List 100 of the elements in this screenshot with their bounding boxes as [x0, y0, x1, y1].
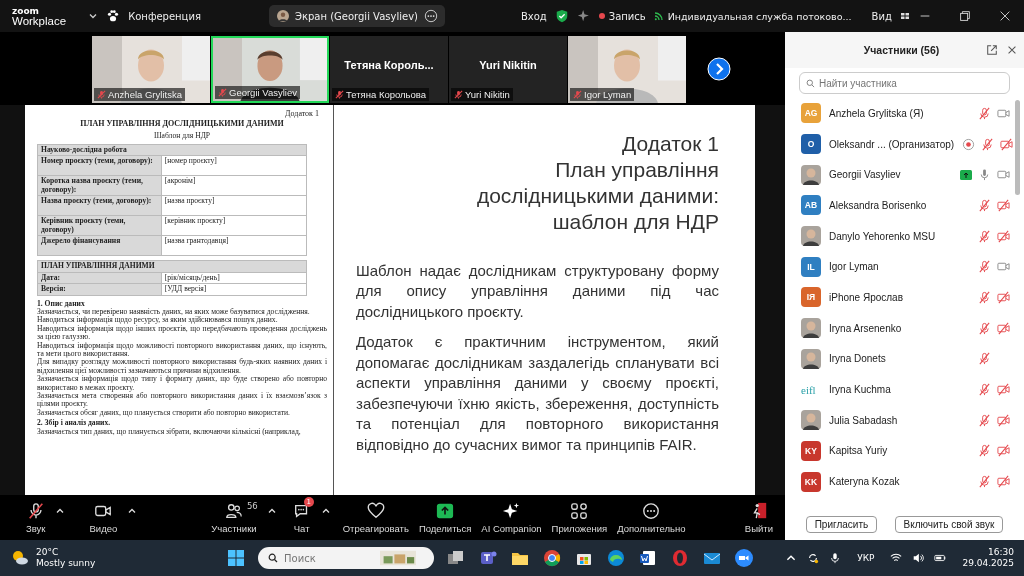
muted-mic-icon	[454, 89, 463, 99]
avatar: IЯ	[801, 287, 821, 308]
zoom-app-icon[interactable]	[734, 548, 754, 568]
toolbar-button[interactable]: Приложения	[547, 499, 612, 537]
battery-icon[interactable]	[934, 552, 947, 564]
microphone-icon[interactable]	[829, 552, 842, 564]
record-indicator[interactable]: Запись	[598, 10, 646, 22]
participant-row[interactable]: KK Kateryna Kozak	[801, 466, 1024, 497]
participant-row[interactable]: AB Aleksandra Borisenko	[801, 190, 1024, 221]
video-tile[interactable]: Тетяна Король... Тетяна Корольова	[330, 35, 448, 103]
speaker-icon[interactable]	[912, 552, 925, 564]
clock-date[interactable]: 29.04.2025	[962, 558, 1014, 569]
participant-name: Danylo Yehorenko MSU	[829, 230, 937, 242]
participant-row[interactable]: Iryna Donets	[801, 343, 1024, 375]
muted-mic-icon[interactable]	[978, 413, 991, 427]
restore-icon[interactable]	[958, 9, 972, 23]
camera-off-icon[interactable]	[997, 475, 1010, 489]
participant-row[interactable]: Iryna Arsenenko	[801, 312, 1024, 344]
camera-off-icon[interactable]	[997, 290, 1010, 304]
stream-menu[interactable]: Индивидуальная служба потоково...	[653, 10, 852, 22]
video-tile[interactable]: Anzhela Grylitska	[92, 35, 210, 103]
next-arrow-button[interactable]	[707, 57, 731, 82]
edge-icon[interactable]	[606, 548, 626, 568]
camera-off-icon[interactable]	[997, 321, 1010, 335]
camera-off-icon[interactable]	[997, 413, 1010, 427]
apps-icon	[570, 502, 589, 521]
pop-out-icon[interactable]	[986, 44, 998, 56]
participant-row[interactable]: Georgii Vasyliev	[801, 159, 1024, 191]
grid-icon	[899, 11, 910, 21]
more-icon[interactable]	[423, 9, 438, 23]
muted-mic-icon[interactable]	[978, 321, 991, 335]
muted-mic-icon[interactable]	[978, 198, 991, 212]
chrome-icon[interactable]	[542, 548, 562, 568]
video-tile[interactable]: Georgii Vasyliev	[211, 35, 329, 103]
participant-row[interactable]: O Oleksandr ... (Организатор)	[801, 128, 1024, 160]
participant-row[interactable]: Julia Sabadash	[801, 404, 1024, 436]
search-box[interactable]: Найти участника	[799, 72, 1010, 94]
weather-text: Mostly sunny	[36, 558, 96, 569]
participant-row[interactable]: IL Igor Lyman	[801, 251, 1024, 283]
slide-title: Додаток 1	[621, 130, 719, 157]
muted-mic-icon[interactable]	[978, 290, 991, 304]
view-menu[interactable]: Вид	[871, 10, 892, 22]
toolbar-button[interactable]: Звук	[22, 499, 50, 537]
muted-mic-icon[interactable]	[978, 444, 991, 458]
participant-row[interactable]: eifl Iryna Kuchma	[801, 374, 1024, 405]
toolbar-button[interactable]: Выйти	[740, 499, 777, 537]
muted-mic-icon[interactable]	[978, 475, 991, 489]
chevron-down-icon[interactable]	[88, 11, 99, 21]
panel-button[interactable]: Пригласить	[805, 515, 878, 533]
participant-row[interactable]: IЯ iPhone Ярослав	[801, 282, 1024, 313]
language-indicator[interactable]: УКР	[857, 553, 875, 563]
participant-row[interactable]: AG Anzhela Grylitska (Я)	[801, 98, 1024, 129]
participant-name: Yuri Nikitin	[479, 59, 537, 72]
muted-mic-icon[interactable]	[978, 260, 991, 274]
toolbar-button[interactable]: AI Companion	[477, 499, 546, 537]
word-icon[interactable]	[638, 548, 658, 568]
taskbar-search-box[interactable]: Поиск	[258, 547, 434, 569]
participant-row[interactable]: KY Kapitsa Yuriy	[801, 435, 1024, 467]
opera-icon[interactable]	[670, 548, 690, 568]
muted-mic-icon[interactable]	[978, 106, 991, 120]
camera-off-icon[interactable]	[997, 383, 1010, 397]
panel-title: Участники (56)	[862, 44, 941, 56]
more-icon	[642, 502, 661, 521]
sign-in-link[interactable]: Вход	[520, 10, 547, 22]
muted-mic-icon[interactable]	[981, 137, 995, 151]
video-tile[interactable]: Igor Lyman	[568, 35, 686, 103]
camera-off-icon[interactable]	[997, 229, 1010, 243]
avatar: O	[801, 134, 821, 155]
toolbar-button[interactable]: 56 Участники	[207, 499, 261, 537]
paw-icon	[106, 9, 121, 23]
toolbar-button[interactable]: Отреагировать	[338, 499, 413, 537]
camera-off-icon[interactable]	[997, 444, 1010, 458]
toolbar-button[interactable]: Дополнительно	[613, 499, 690, 537]
taskbar-search-field[interactable]: Поиск	[284, 547, 374, 569]
screen-share-pill[interactable]: Экран (Georgii Vasyliev)	[268, 5, 445, 27]
participant-name: Kapitsa Yuriy	[829, 445, 889, 457]
scrollbar[interactable]	[1015, 100, 1020, 195]
avatar-icon	[801, 348, 821, 369]
camera-off-icon[interactable]	[997, 198, 1010, 212]
close-icon[interactable]	[998, 9, 1012, 23]
wifi-icon[interactable]	[890, 552, 903, 564]
name-label: Georgii Vasyliev	[215, 85, 300, 99]
muted-mic-icon[interactable]	[978, 229, 991, 243]
muted-mic-icon[interactable]	[978, 352, 991, 366]
search-field[interactable]: Найти участника	[819, 73, 1003, 93]
toolbar-button[interactable]: Видео	[85, 499, 122, 537]
camera-off-icon[interactable]	[1000, 137, 1014, 151]
slide-title: План управління	[554, 156, 719, 183]
windows-start-icon[interactable]	[226, 548, 246, 568]
video-tile[interactable]: Yuri Nikitin Yuri Nikitin	[449, 35, 567, 103]
panel-button[interactable]: Включить свой звук	[894, 515, 1004, 533]
sync-icon[interactable]	[807, 552, 820, 564]
clock-time[interactable]: 16:30	[988, 547, 1014, 558]
muted-mic-icon[interactable]	[978, 383, 991, 397]
mic-icon[interactable]	[978, 168, 991, 182]
avatar-icon	[801, 226, 821, 247]
close-icon[interactable]	[1006, 44, 1018, 56]
participant-row[interactable]: Danylo Yehorenko MSU	[801, 220, 1024, 252]
document-heading: ПЛАН УПРАВЛІННЯ ДОСЛІДНИЦЬКИМИ ДАНИМИ	[79, 120, 285, 129]
toolbar-button[interactable]: Поделиться	[414, 499, 476, 537]
